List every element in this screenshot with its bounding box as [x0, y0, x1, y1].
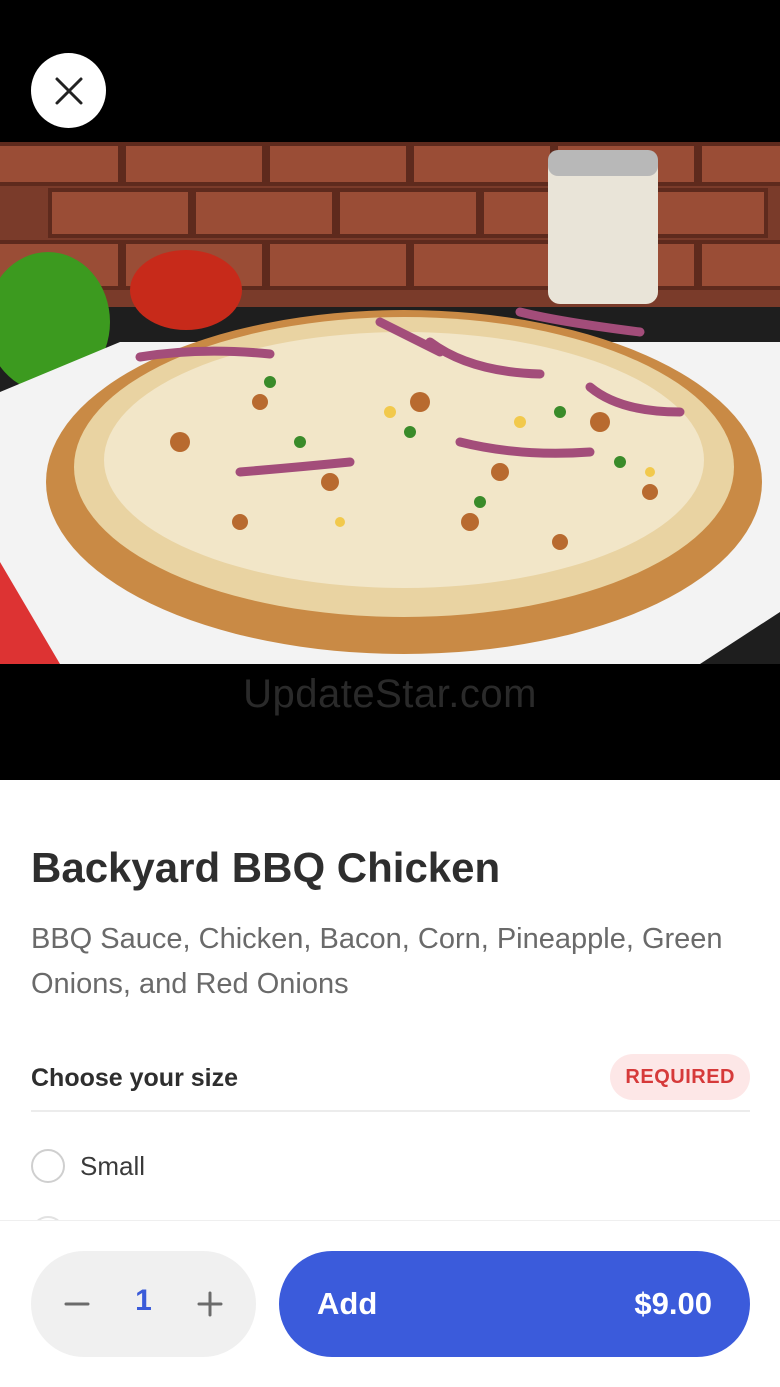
- bottom-action-bar: 1 Add $9.00: [0, 1220, 780, 1387]
- plus-icon: [197, 1291, 223, 1317]
- required-badge: REQUIRED: [610, 1054, 750, 1100]
- add-to-cart-button[interactable]: Add $9.00: [279, 1251, 750, 1357]
- item-detail-screen: UpdateStar.com Backyard BBQ Chicken BBQ …: [0, 0, 780, 1387]
- size-group-header: Choose your size REQUIRED: [31, 1052, 750, 1112]
- pizza-illustration: [0, 142, 780, 664]
- size-option-small[interactable]: Small: [31, 1144, 750, 1188]
- size-group-title: Choose your size: [31, 1064, 238, 1092]
- increment-button[interactable]: [184, 1278, 236, 1330]
- add-label: Add: [317, 1286, 378, 1321]
- size-option-label: Small: [80, 1150, 146, 1181]
- hero-area: UpdateStar.com: [0, 0, 780, 780]
- radio-button[interactable]: [31, 1149, 65, 1183]
- close-icon: [55, 77, 82, 104]
- quantity-stepper: 1: [31, 1251, 256, 1357]
- add-price: $9.00: [634, 1286, 712, 1321]
- watermark-text: UpdateStar.com: [243, 672, 537, 716]
- pizza-photo: [0, 142, 780, 664]
- item-description: BBQ Sauce, Chicken, Bacon, Corn, Pineapp…: [31, 923, 723, 1000]
- close-button[interactable]: [31, 53, 106, 128]
- item-title: Backyard BBQ Chicken: [31, 844, 501, 891]
